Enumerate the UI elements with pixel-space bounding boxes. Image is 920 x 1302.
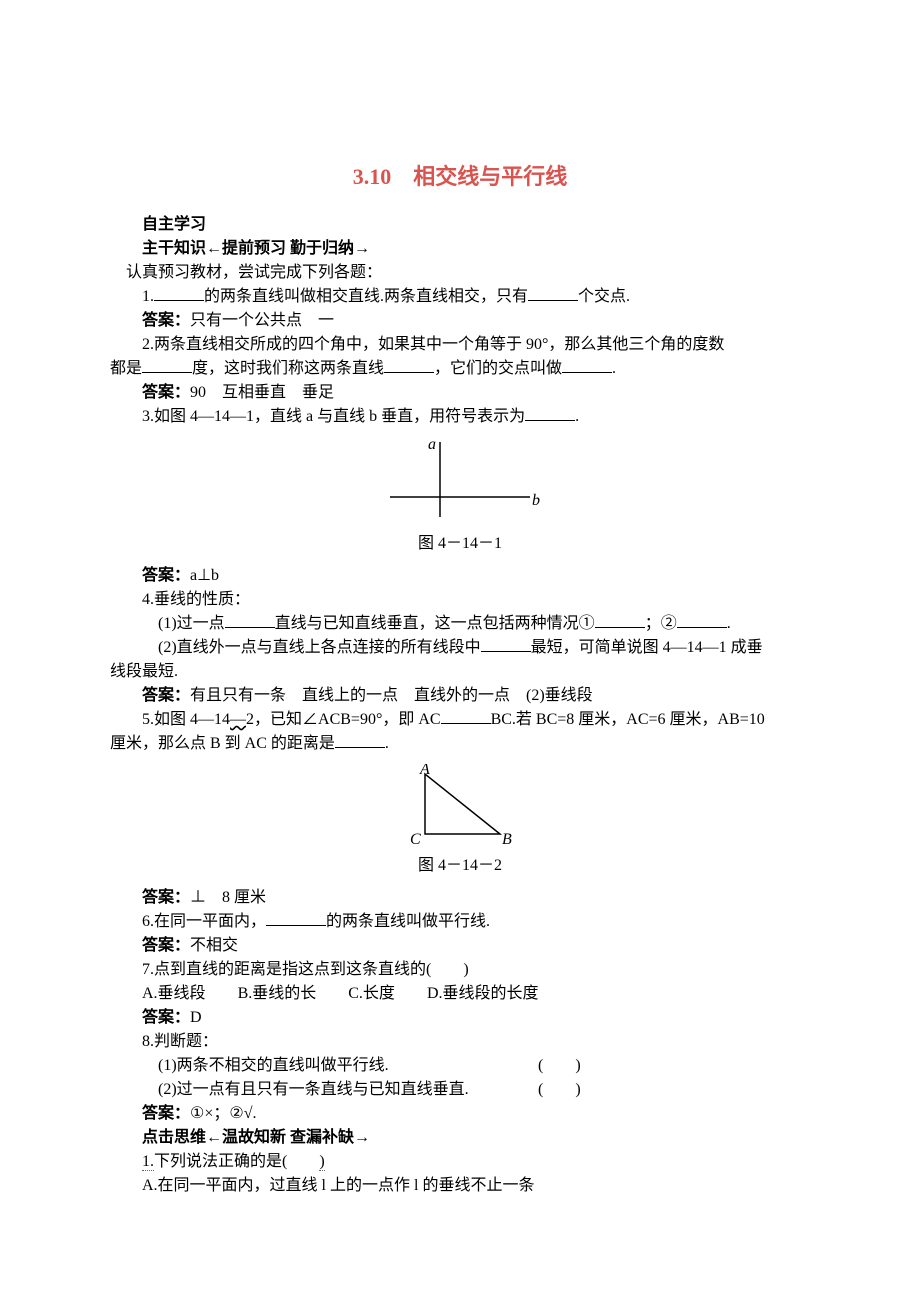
question-1: 1. 的两条直线叫做相交直线.两条直线相交，只有 个交点. bbox=[110, 285, 810, 309]
section2-subheading: 点击思维←温故知新 查漏补缺→ bbox=[110, 1126, 810, 1150]
section-heading: 自主学习 bbox=[110, 213, 810, 237]
q1-part-a: 1. bbox=[142, 288, 154, 305]
question-4-2c: 线段最短. bbox=[110, 660, 810, 684]
answer-label: 答案： bbox=[142, 937, 190, 954]
paren-blank: ( ) bbox=[538, 1078, 581, 1102]
answer-8: 答案：①×；②√. bbox=[110, 1102, 810, 1126]
question-5-line2: 厘米，那么点 B 到 AC 的距离是. bbox=[110, 732, 810, 756]
q6b: 的两条直线叫做平行线. bbox=[326, 913, 490, 930]
option-D: D.垂线段的长度 bbox=[427, 985, 539, 1002]
figure-caption: 图 4－14－1 bbox=[110, 532, 810, 556]
answer-label: 答案： bbox=[142, 567, 190, 584]
blank bbox=[154, 285, 204, 301]
answer-label: 答案： bbox=[142, 312, 190, 329]
answer-text: ①×；②√. bbox=[190, 1105, 257, 1122]
answer-7: 答案：D bbox=[110, 1006, 810, 1030]
answer-1: 答案：只有一个公共点 一 bbox=[110, 309, 810, 333]
q4-1c: ；② bbox=[645, 615, 677, 632]
q2-part-e: . bbox=[612, 360, 616, 377]
blank bbox=[528, 285, 578, 301]
question-7-options: A.垂线段 B.垂线的长 C.长度 D.垂线段的长度 bbox=[110, 982, 810, 1006]
question-6: 6.在同一平面内， 的两条直线叫做平行线. bbox=[110, 910, 810, 934]
q3-part-b: . bbox=[575, 408, 579, 425]
figure-4-14-1: a b 图 4－14－1 bbox=[110, 437, 810, 556]
answer-text: 90 互相垂直 垂足 bbox=[190, 384, 334, 401]
question-8: 8.判断题： bbox=[110, 1030, 810, 1054]
q2-part-b: 都是 bbox=[110, 360, 142, 377]
q4-2b: 最短，可简单说图 4—14—1 成垂 bbox=[531, 639, 763, 656]
answer-text: 只有一个公共点 一 bbox=[190, 312, 334, 329]
answer-6: 答案：不相交 bbox=[110, 934, 810, 958]
q5c: 厘米，那么点 B 到 AC 的距离是 bbox=[110, 735, 335, 752]
answer-label: 答案： bbox=[142, 889, 190, 906]
q5b: BC.若 BC=8 厘米，AC=6 厘米，AB=10 bbox=[491, 711, 765, 728]
figure-4-14-2: A B C 图 4－14－2 bbox=[110, 764, 810, 878]
figure-caption: 图 4－14－2 bbox=[110, 854, 810, 878]
blank bbox=[335, 732, 385, 748]
option-C: C.长度 bbox=[348, 985, 395, 1002]
question-8-1: (1)两条不相交的直线叫做平行线. ( ) bbox=[110, 1054, 810, 1078]
q6a: 6.在同一平面内， bbox=[142, 913, 266, 930]
q5a: 5.如图 4—14—2，已知∠ACB=90°，即 AC bbox=[142, 711, 441, 728]
answer-3: 答案：a⊥b bbox=[110, 564, 810, 588]
fig1-label-b: b bbox=[532, 492, 540, 509]
blank bbox=[525, 405, 575, 421]
answer-5: 答案：⊥ 8 厘米 bbox=[110, 886, 810, 910]
q3-part-a: 3.如图 4—14—1，直线 a 与直线 b 垂直，用符号表示为 bbox=[142, 408, 525, 425]
sec2-q1-option-A: A.在同一平面内，过直线 l 上的一点作 l 的垂线不止一条 bbox=[110, 1174, 810, 1198]
question-2-line2: 都是 度，这时我们称这两条直线 ，它们的交点叫做. bbox=[110, 357, 810, 381]
answer-label: 答案： bbox=[142, 384, 190, 401]
q4-1b: 直线与已知直线垂直，这一点包括两种情况① bbox=[275, 615, 595, 632]
q1-part-b: 的两条直线叫做相交直线.两条直线相交，只有 bbox=[204, 288, 528, 305]
sec2-question-1: 1.下列说法正确的是( ) bbox=[110, 1150, 810, 1174]
blank bbox=[384, 357, 434, 373]
blank bbox=[441, 708, 491, 724]
option-B: B.垂线的长 bbox=[238, 985, 317, 1002]
question-4-head: 4.垂线的性质： bbox=[110, 588, 810, 612]
question-4-1: (1)过一点 直线与已知直线垂直，这一点包括两种情况① ；②. bbox=[110, 612, 810, 636]
question-2-line1: 2.两条直线相交所成的四个角中，如果其中一个角等于 90°，那么其他三个角的度数 bbox=[110, 333, 810, 357]
question-4-2a: (2)直线外一点与直线上各点连接的所有线段中 最短，可简单说图 4—14—1 成垂 bbox=[110, 636, 810, 660]
q2-part-c: 度，这时我们称这两条直线 bbox=[192, 360, 384, 377]
blank bbox=[481, 636, 531, 652]
q1-part-c: 个交点. bbox=[578, 288, 630, 305]
q4-1d: . bbox=[727, 615, 731, 632]
option-A: A.垂线段 bbox=[142, 985, 206, 1002]
question-8-2: (2)过一点有且只有一条直线与已知直线垂直. ( ) bbox=[110, 1078, 810, 1102]
section-subheading: 主干知识←提前预习 勤于归纳→ bbox=[110, 237, 810, 261]
question-3: 3.如图 4—14—1，直线 a 与直线 b 垂直，用符号表示为. bbox=[110, 405, 810, 429]
fig2-A: A bbox=[419, 764, 430, 778]
question-7: 7.点到直线的距离是指这点到这条直线的( ) bbox=[110, 958, 810, 982]
blank bbox=[225, 612, 275, 628]
question-5-line1: 5.如图 4—14—2，已知∠ACB=90°，即 AC BC.若 BC=8 厘米，… bbox=[110, 708, 810, 732]
blank bbox=[142, 357, 192, 373]
answer-label: 答案： bbox=[142, 1105, 190, 1122]
q4-2a: (2)直线外一点与直线上各点连接的所有线段中 bbox=[158, 639, 481, 656]
answer-text: a⊥b bbox=[190, 567, 219, 584]
intro-text: 认真预习教材，尝试完成下列各题： bbox=[110, 261, 810, 285]
answer-label: 答案： bbox=[142, 687, 190, 704]
fig1-label-a: a bbox=[428, 437, 436, 453]
page-title: 3.10 相交线与平行线 bbox=[110, 160, 810, 193]
blank bbox=[562, 357, 612, 373]
blank bbox=[595, 612, 645, 628]
answer-label: 答案： bbox=[142, 1009, 190, 1026]
answer-text: ⊥ 8 厘米 bbox=[190, 889, 266, 906]
q4-1a: (1)过一点 bbox=[158, 615, 225, 632]
q2-part-d: ，它们的交点叫做 bbox=[434, 360, 562, 377]
blank bbox=[266, 910, 326, 926]
q8-2-text: (2)过一点有且只有一条直线与已知直线垂直. bbox=[158, 1078, 538, 1102]
answer-2: 答案：90 互相垂直 垂足 bbox=[110, 381, 810, 405]
paren-blank: ( ) bbox=[538, 1054, 581, 1078]
answer-4: 答案：有且只有一条 直线上的一点 直线外的一点 (2)垂线段 bbox=[110, 684, 810, 708]
q8-1-text: (1)两条不相交的直线叫做平行线. bbox=[158, 1054, 538, 1078]
blank bbox=[677, 612, 727, 628]
answer-text: 有且只有一条 直线上的一点 直线外的一点 (2)垂线段 bbox=[190, 687, 593, 704]
answer-text: 不相交 bbox=[190, 937, 238, 954]
fig2-B: B bbox=[502, 831, 512, 848]
answer-text: D bbox=[190, 1009, 202, 1026]
fig2-C: C bbox=[410, 831, 421, 848]
q5d: . bbox=[385, 735, 389, 752]
